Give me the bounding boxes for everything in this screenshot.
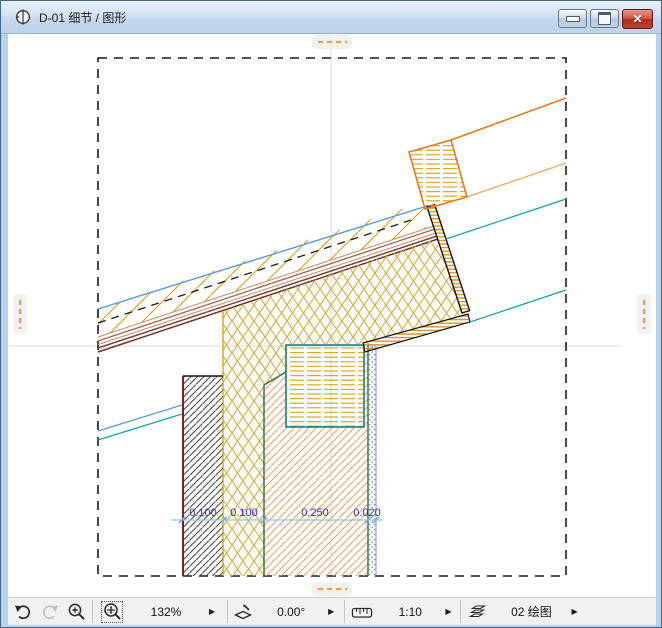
rafter-lines <box>445 97 567 323</box>
ring-beam <box>285 344 365 428</box>
curved-back-arrow-icon <box>15 604 31 619</box>
zoom-level-value[interactable]: 132% <box>123 605 209 619</box>
drawing-canvas[interactable]: 0.100 0.100 0.250 0.020 <box>8 34 656 597</box>
inner-wall-column <box>182 375 223 576</box>
zoom-menu-arrow[interactable]: ▶ <box>209 607 215 616</box>
title-bar[interactable]: D-01 细节 / 图形 ✕ <box>1 1 661 34</box>
detail-drawing: 0.100 0.100 0.250 0.020 <box>9 34 651 597</box>
minimize-button[interactable] <box>558 9 587 28</box>
plaster-strip <box>366 342 379 576</box>
soffit-lines <box>97 404 183 441</box>
toolbar-separator <box>92 600 93 623</box>
toolbar-separator <box>227 600 229 623</box>
fit-in-window-button[interactable] <box>101 600 123 623</box>
scale-menu-arrow[interactable]: ▶ <box>445 607 451 616</box>
magnifier-plus-icon <box>68 603 85 620</box>
dimension-text-3: 0.250 <box>301 507 329 519</box>
magnifier-fit-icon <box>104 602 121 620</box>
dimension-text-4: 0.020 <box>353 507 381 519</box>
drawing-scale-value[interactable]: 1:10 <box>375 605 445 619</box>
orientation-button[interactable] <box>232 601 254 623</box>
close-icon: ✕ <box>632 12 643 26</box>
rotation-menu-arrow[interactable]: ▶ <box>328 607 334 616</box>
layer-button[interactable] <box>465 601 491 623</box>
toolbar-separator <box>460 600 462 623</box>
maximize-button[interactable] <box>590 9 619 28</box>
dimension-text-1: 0.100 <box>189 507 217 519</box>
ruler-icon <box>352 607 373 618</box>
next-view-button[interactable] <box>39 601 61 623</box>
detail-marker-icon <box>15 9 31 25</box>
minimize-icon <box>565 15 580 22</box>
curved-forward-arrow-icon <box>42 604 58 619</box>
toolbar-separator <box>344 600 346 623</box>
detail-drawing-window: D-01 细节 / 图形 ✕ 0.100 0.100 0.250 0.020 1… <box>0 0 662 628</box>
dimension-text-2: 0.100 <box>230 507 258 519</box>
previous-view-button[interactable] <box>12 601 34 623</box>
rotation-angle-value[interactable]: 0.00° <box>254 605 328 619</box>
tilted-plane-pencil-icon <box>234 604 253 619</box>
zoom-in-button[interactable] <box>66 601 88 623</box>
close-button[interactable]: ✕ <box>622 9 653 29</box>
scale-button[interactable] <box>349 601 375 623</box>
wood-blocking <box>408 139 468 210</box>
maximize-icon <box>598 12 611 25</box>
quick-options-bar: 132% ▶ 0.00° ▶ 1:10 ▶ 02 绘图 ▶ <box>8 597 656 625</box>
layers-icon <box>469 604 487 617</box>
layer-menu-arrow[interactable]: ▶ <box>571 607 577 616</box>
active-layer-value[interactable]: 02 绘图 <box>491 603 571 620</box>
window-title: D-01 细节 / 图形 <box>39 10 127 25</box>
